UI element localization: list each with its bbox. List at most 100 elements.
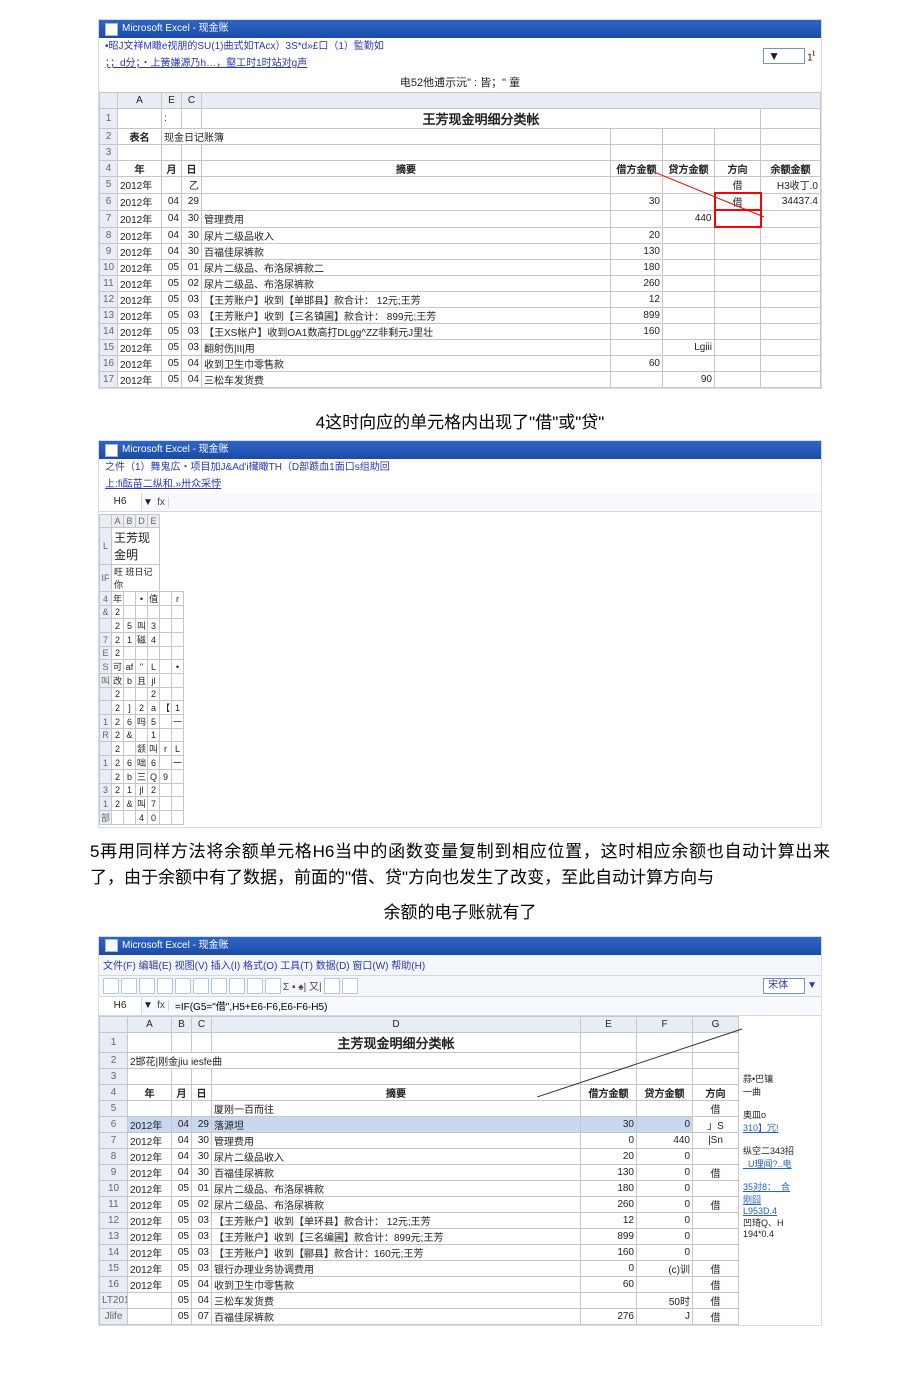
table-row[interactable]: 92012年0430百福佳尿裤款130	[100, 244, 821, 260]
tiny-sub: 旺 班日记你	[112, 565, 160, 592]
name-box[interactable]: H6	[99, 997, 142, 1015]
side-link[interactable]: 刚囧	[743, 1195, 761, 1205]
table-row[interactable]: 102012年0501尿片二级品、布洛尿裤款二180	[100, 260, 821, 276]
table-row[interactable]: 25叫3	[100, 619, 184, 633]
screenshot-1: Microsoft Excel - 现金账 •昭J文祥M瞰e视朋的SU(1)曲式…	[99, 20, 821, 388]
table-row[interactable]: 122012年0503【王芳账户】收到【单邯县】款合计： 12元;王芳12	[100, 292, 821, 308]
new-icon[interactable]	[103, 978, 119, 994]
table-row[interactable]: 2b三Q9	[100, 770, 184, 784]
preview-icon[interactable]	[175, 978, 191, 994]
side-link[interactable]: L953D.4	[743, 1206, 777, 1216]
col-G[interactable]: G	[693, 1016, 739, 1032]
table-row[interactable]: 部40	[100, 811, 184, 825]
table-row[interactable]: 142012年0503【王XS帐户】收到OA1数高打DLgg^ZZ非剩元J里壮1…	[100, 324, 821, 340]
right-control: ▼1t	[763, 48, 815, 64]
help-icon[interactable]	[342, 978, 358, 994]
table-row[interactable]: 132012年0503【王芳账户】收到【三名编圃】款合计：899元;王芳8990	[100, 1228, 739, 1244]
window-titlebar: Microsoft Excel - 现金账	[99, 937, 821, 955]
table-row[interactable]: 5厦刚一百而往借	[100, 1100, 739, 1116]
table-row[interactable]: 721磁4	[100, 633, 184, 647]
table-row[interactable]: 321jl2	[100, 784, 184, 797]
table-row[interactable]: 162012年0504收到卫生巾零售款60借	[100, 1276, 739, 1292]
spell-icon[interactable]	[193, 978, 209, 994]
table-row[interactable]: 112012年0502尿片二级品、布洛尿裤款2600借	[100, 1196, 739, 1212]
table-row[interactable]: 162012年0504收到卫生巾零售款60	[100, 356, 821, 372]
side-link[interactable]: _U理闻?..电	[743, 1159, 792, 1169]
spreadsheet-3[interactable]: A B C D E F G 1主芳现金明细分类帐 22邯花|刚金jiu iesf…	[99, 1016, 739, 1325]
table-row[interactable]: 4年•值r	[100, 592, 184, 606]
name-box[interactable]: H6	[99, 493, 142, 511]
window-title: Microsoft Excel - 现金账	[122, 20, 229, 38]
table-row[interactable]: 52012年乙借H3收丁.0	[100, 177, 821, 194]
paste-icon[interactable]	[247, 978, 263, 994]
table-row[interactable]: R2&1	[100, 729, 184, 742]
col-B[interactable]: E	[162, 93, 182, 109]
tiny-grid[interactable]: ABDE L王芳现金明 IF旺 班日记你 4年•值r&225叫3721磁4E2S…	[99, 514, 184, 825]
col-B[interactable]: B	[172, 1016, 192, 1032]
table-row[interactable]: 112012年0502尿片二级品、布洛尿裤款260	[100, 276, 821, 292]
table-row[interactable]: 叫改b且jl	[100, 674, 184, 688]
standard-toolbar[interactable]: Σ ▪ ♠| 又| 宋体 ▼	[99, 976, 821, 997]
col-F[interactable]: F	[637, 1016, 693, 1032]
menu-bar[interactable]: 文件(F) 编辑(E) 视图(V) 插入(I) 格式(O) 工具(T) 数据(D…	[99, 955, 821, 976]
screenshot-2: Microsoft Excel - 现金账 之件（1）舞鬼広・项目加J&Ad'i…	[99, 441, 821, 827]
table-row[interactable]: S可af"L•	[100, 660, 184, 674]
table-row[interactable]: 82012年0430尿片二级品收入200	[100, 1148, 739, 1164]
col-C[interactable]: C	[182, 93, 202, 109]
table-row[interactable]: 72012年0430管理费用440	[100, 210, 821, 227]
table-row[interactable]: &2	[100, 606, 184, 619]
table-row[interactable]: 2颔叫rL	[100, 742, 184, 756]
col-C[interactable]: C	[192, 1016, 212, 1032]
col-A[interactable]: A	[128, 1016, 172, 1032]
table-row[interactable]: 82012年0430尿片二级品收入20	[100, 227, 821, 244]
table-row[interactable]: 12&叫7	[100, 797, 184, 811]
value-tablename: 现金日记账簿	[162, 129, 611, 145]
fx-icon[interactable]: fx	[154, 497, 169, 508]
table-row[interactable]: 62012年042930借34437.4	[100, 193, 821, 210]
fx-icon[interactable]: fx	[154, 1000, 169, 1011]
excel-icon	[105, 23, 118, 36]
table-row[interactable]: 2]2a【1	[100, 701, 184, 715]
hdr-month: 月	[162, 161, 182, 177]
open-icon[interactable]	[121, 978, 137, 994]
col-E[interactable]: E	[581, 1016, 637, 1032]
side-link[interactable]: 35对8：_合	[743, 1182, 790, 1192]
table-row[interactable]: 102012年0501尿片二级品、布洛尿裤款1800	[100, 1180, 739, 1196]
table-row[interactable]: 172012年0504三松车发货费90	[100, 372, 821, 388]
table-row[interactable]: 126吗5一	[100, 715, 184, 729]
table-row[interactable]: 132012年0503【王芳账户】收到【三名镇圃】款合计： 899元;王芳899	[100, 308, 821, 324]
table-row[interactable]: 126咄6一	[100, 756, 184, 770]
table-row[interactable]: 152012年0503翻射伤|II|用Lgiii	[100, 340, 821, 356]
sheet-title: 主芳现金明细分类帐	[212, 1032, 581, 1052]
side-link[interactable]: 310】冗!	[743, 1123, 779, 1133]
undo-icon[interactable]	[265, 978, 281, 994]
hdr-direction: 方向	[715, 161, 761, 177]
table-row[interactable]: 92012年0430百福佳尿裤款1300借	[100, 1164, 739, 1180]
font-selector[interactable]: 宋体	[763, 978, 805, 994]
save-icon[interactable]	[139, 978, 155, 994]
unknown-selector[interactable]: ▼	[763, 48, 805, 64]
table-row[interactable]: LT201.250504三松车发货费50时借	[100, 1292, 739, 1308]
hdr-summary: 摘要	[202, 161, 611, 177]
table-row[interactable]: 152012年0503银行办理业务协调费用0(c)训借	[100, 1260, 739, 1276]
spreadsheet-1[interactable]: AEC 1:王芳现金明细分类帐 2表名现金日记账簿 3 4 年 月 日 摘要 借…	[99, 92, 821, 388]
cut-icon[interactable]	[211, 978, 227, 994]
table-row[interactable]: 22	[100, 688, 184, 701]
menu-items[interactable]: 文件(F) 编辑(E) 视图(V) 插入(I) 格式(O) 工具(T) 数据(D…	[103, 957, 425, 972]
table-row[interactable]: 62012年0429落源坦300」S	[100, 1116, 739, 1132]
print-icon[interactable]	[157, 978, 173, 994]
caption-step4: 4这时向应的单元格内出现了"借"或"贷"	[0, 408, 920, 433]
table-row[interactable]: 142012年0503【王芳账户】收到【郦县】款合计：160元;王芳1600	[100, 1244, 739, 1260]
copy-icon[interactable]	[229, 978, 245, 994]
table-row[interactable]: Jlife0507百福佳尿裤款276J借	[100, 1308, 739, 1324]
para-step5b: 余额的电子账就有了	[0, 898, 920, 923]
table-row[interactable]: E2	[100, 647, 184, 660]
garbled-menu-2: 上:fi酝苗二纵和.»卅众采悖	[105, 479, 221, 490]
formula-bar[interactable]: =IF(G5="借",H5+E6-F6,E6-F6-H5)	[169, 998, 821, 1013]
table-row[interactable]: 122012年0503【王芳账户】收到【单环县】款合计： 12元;王芳120	[100, 1212, 739, 1228]
col-A[interactable]: A	[118, 93, 162, 109]
col-D[interactable]: D	[212, 1016, 581, 1032]
chart-icon[interactable]	[324, 978, 340, 994]
table-row[interactable]: 72012年0430管理费用0440|Sn	[100, 1132, 739, 1148]
side-text: 一曲	[743, 1087, 761, 1097]
